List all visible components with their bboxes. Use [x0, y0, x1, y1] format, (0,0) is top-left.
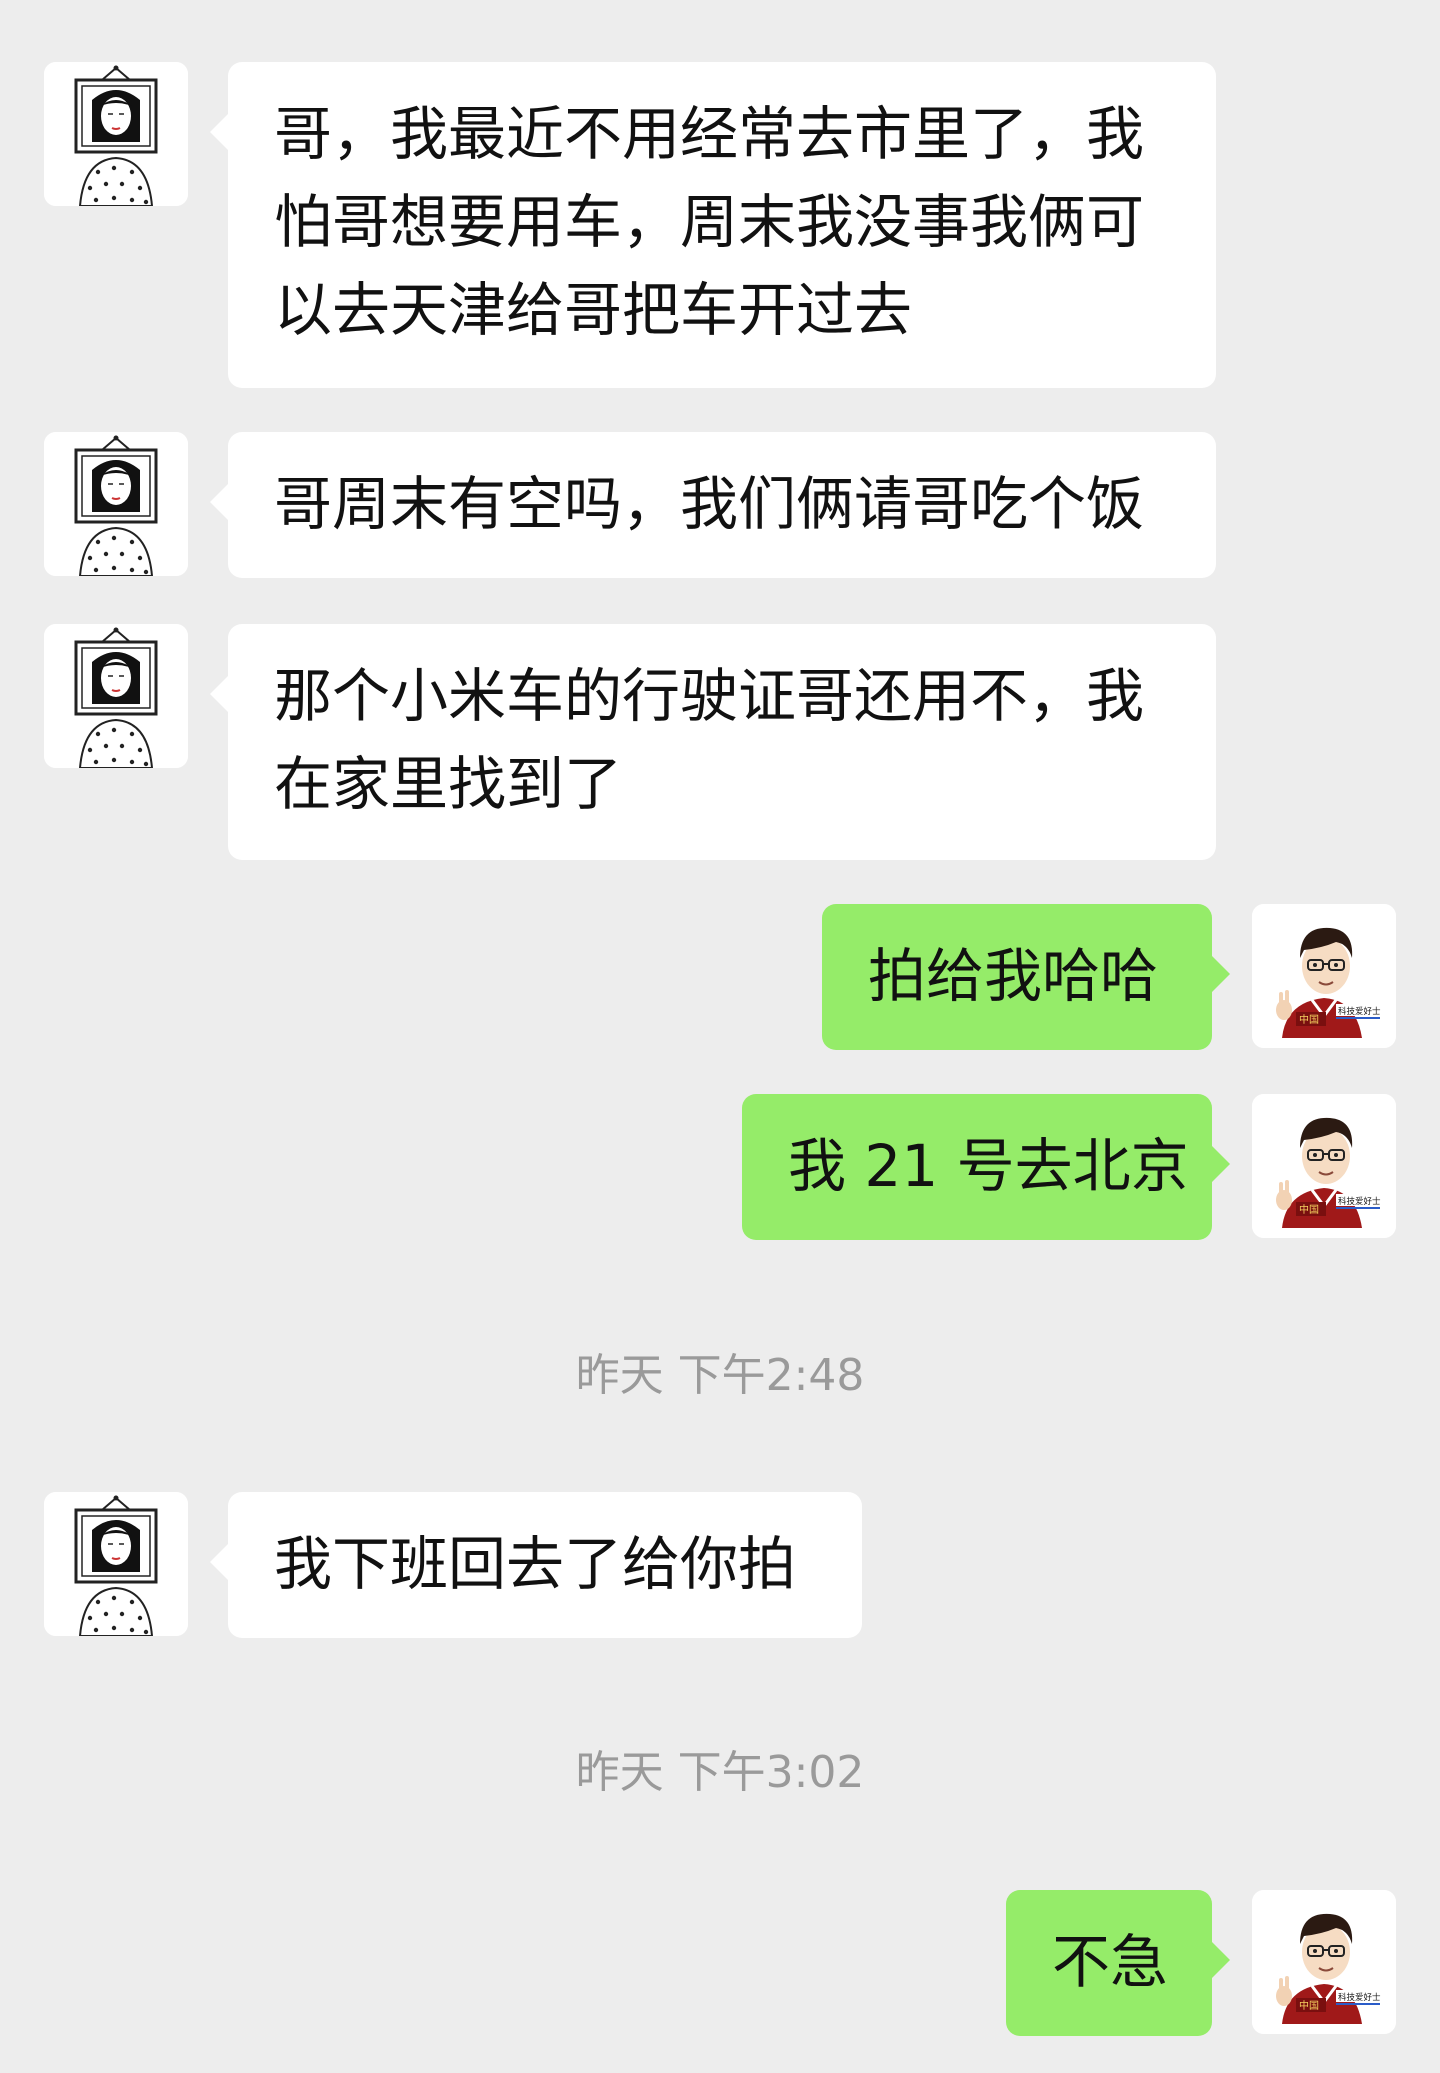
message-bubble-incoming[interactable]: 那个小米车的行驶证哥还用不，我 在家里找到了	[210, 624, 1216, 860]
message-bubble-incoming[interactable]: 哥，我最近不用经常去市里了，我 怕哥想要用车，周末我没事我俩可 以去天津给哥把车…	[210, 62, 1216, 388]
self-avatar[interactable]	[1252, 1094, 1396, 1238]
message-text-line: 我 21 号去北京	[788, 1132, 1189, 1200]
message-text-line: 那个小米车的行驶证哥还用不，我	[274, 662, 1145, 730]
message-bubble-outgoing[interactable]: 我 21 号去北京	[742, 1094, 1230, 1240]
message-bubble-incoming[interactable]: 哥周末有空吗，我们俩请哥吃个饭	[210, 432, 1216, 578]
message-text-line: 哥周末有空吗，我们俩请哥吃个饭	[274, 470, 1145, 538]
self-avatar[interactable]	[1252, 904, 1396, 1048]
cartoon-man-avatar-icon	[1252, 1094, 1396, 1238]
message-bubble-outgoing[interactable]: 不急	[1006, 1890, 1230, 2036]
cartoon-man-avatar-icon	[1252, 1890, 1396, 2034]
girl-portrait-avatar-icon	[44, 624, 188, 768]
message-text-line: 我下班回去了给你拍	[274, 1530, 797, 1598]
chat-timestamp: 昨天 下午2:48	[575, 1350, 865, 1401]
contact-avatar[interactable]	[44, 1492, 188, 1636]
message-text-line: 拍给我哈哈	[868, 942, 1159, 1010]
message-text-line: 不急	[1052, 1928, 1169, 1996]
contact-avatar[interactable]	[44, 62, 188, 206]
girl-portrait-avatar-icon	[44, 1492, 188, 1636]
cartoon-man-avatar-icon	[1252, 904, 1396, 1048]
message-text-line: 哥，我最近不用经常去市里了，我	[274, 100, 1145, 168]
message-bubble-incoming[interactable]: 我下班回去了给你拍	[210, 1492, 862, 1638]
girl-portrait-avatar-icon	[44, 62, 188, 206]
contact-avatar[interactable]	[44, 432, 188, 576]
message-bubble-outgoing[interactable]: 拍给我哈哈	[822, 904, 1230, 1050]
girl-portrait-avatar-icon	[44, 432, 188, 576]
self-avatar[interactable]	[1252, 1890, 1396, 2034]
message-text-line: 怕哥想要用车，周末我没事我俩可	[274, 188, 1145, 256]
message-text-line: 以去天津给哥把车开过去	[274, 276, 913, 344]
contact-avatar[interactable]	[44, 624, 188, 768]
message-text-line: 在家里找到了	[274, 750, 623, 818]
chat-timestamp: 昨天 下午3:02	[575, 1747, 865, 1798]
